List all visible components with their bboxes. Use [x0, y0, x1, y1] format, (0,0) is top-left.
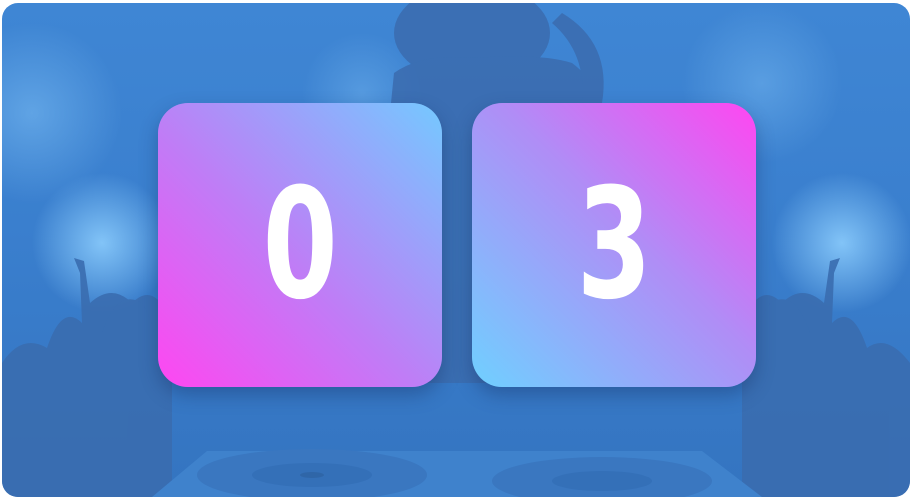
counter-tile-tens: 0: [158, 103, 442, 387]
counter-digit-ones: 3: [576, 156, 652, 334]
counter-digit-tens: 0: [262, 156, 338, 334]
turntable-icon: [152, 449, 762, 497]
concert-background: [2, 3, 910, 497]
game-stage: 0 3: [2, 3, 910, 497]
counter-tile-ones: 3: [472, 103, 756, 387]
